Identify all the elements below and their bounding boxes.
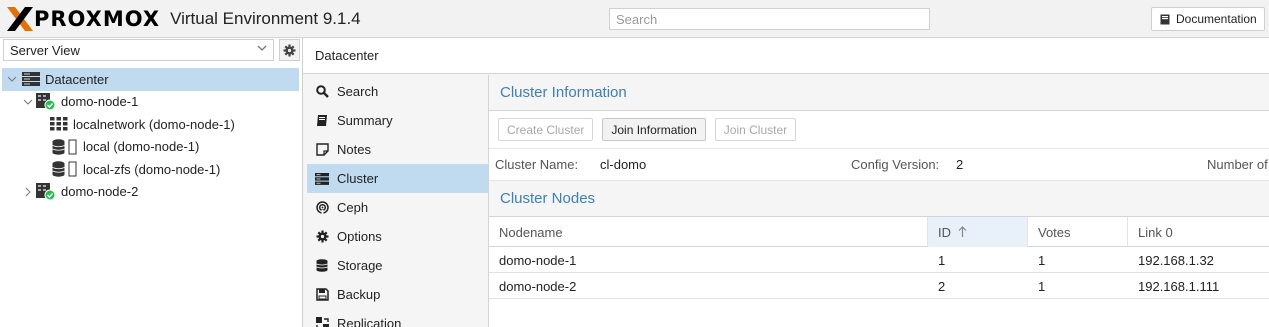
cluster-name-value: cl-domo (600, 157, 647, 172)
menu-item-label: Options (337, 229, 382, 244)
menu-item-storage[interactable]: Storage (303, 251, 488, 280)
chevron-right-icon (25, 187, 31, 197)
cluster-info-row: Cluster Name: cl-domo Config Version: 2 … (489, 149, 1269, 181)
book-icon (1160, 14, 1170, 24)
proxmox-x-logo-icon (7, 7, 33, 31)
view-selector[interactable]: Server View (3, 39, 274, 61)
column-header-id-label: ID (938, 225, 951, 240)
menu-item-label: Backup (337, 287, 381, 302)
cell-nodename: domo-node-1 (499, 253, 577, 268)
tree-item-label: localnetwork (domo-node-1) (73, 116, 235, 132)
grid-header: Nodename ID Votes Link 0 (489, 217, 1269, 247)
search-icon (315, 85, 329, 98)
menu-item-label: Search (337, 84, 379, 99)
tree-item-datacenter[interactable]: Datacenter (2, 68, 299, 91)
cluster-information-title: Cluster Information (489, 75, 1269, 111)
cell-id: 2 (938, 279, 946, 294)
cell-link0: 192.168.1.111 (1138, 279, 1220, 294)
chevron-down-icon (23, 99, 33, 105)
tree-item-local[interactable]: local (domo-node-1) (2, 136, 299, 159)
notes-icon (315, 143, 329, 156)
top-header: PROXMOX Virtual Environment 9.1.4 Search… (0, 0, 1269, 38)
storage-icon (52, 139, 77, 155)
proxmox-logo[interactable]: PROXMOX Virtual Environment 9.1.4 (6, 6, 361, 32)
menu-item-summary[interactable]: Summary (303, 106, 488, 135)
network-grid-icon (50, 117, 68, 131)
cell-votes: 1 (1038, 253, 1046, 268)
server-icon (315, 172, 329, 185)
sort-ascending-icon (958, 226, 967, 237)
tree-item-local-zfs[interactable]: local-zfs (domo-node-1) (2, 158, 299, 181)
menu-item-backup[interactable]: Backup (303, 280, 488, 309)
cluster-content: Cluster Information Create Cluster Join … (489, 75, 1269, 327)
join-cluster-button[interactable]: Join Cluster (714, 118, 797, 141)
cell-votes: 1 (1038, 279, 1046, 294)
tree-item-label: domo-node-1 (61, 94, 139, 110)
book-icon (317, 115, 327, 126)
menu-item-options[interactable]: Options (303, 222, 488, 251)
view-selector-value: Server View (10, 43, 80, 58)
number-of-label: Number of (1207, 157, 1268, 172)
cluster-toolbar: Create Cluster Join Information Join Clu… (489, 111, 1269, 149)
tree-item-localnetwork[interactable]: localnetwork (domo-node-1) (2, 113, 299, 136)
menu-item-label: Ceph (337, 200, 369, 215)
tree-item-label: local-zfs (domo-node-1) (83, 161, 221, 177)
resource-tree-panel: Server View Datacenter domo-node-1 local… (0, 38, 303, 327)
table-row[interactable]: domo-node-1 1 1 192.168.1.32 (489, 247, 1269, 273)
node-online-icon (36, 182, 56, 201)
gear-icon (283, 44, 296, 56)
menu-item-label: Cluster (337, 171, 379, 186)
column-header-link0[interactable]: Link 0 (1128, 217, 1269, 247)
datacenter-icon (22, 72, 40, 87)
menu-item-replication[interactable]: Replication (303, 309, 488, 327)
ceph-icon (315, 201, 329, 214)
global-search-input[interactable]: Search (609, 8, 930, 30)
create-cluster-button[interactable]: Create Cluster (498, 118, 594, 141)
join-information-button[interactable]: Join Information (602, 118, 706, 141)
gear-icon (316, 230, 328, 243)
cell-id: 1 (938, 253, 946, 268)
floppy-icon (315, 288, 329, 301)
column-header-id[interactable]: ID (928, 217, 1028, 247)
config-version-value: 2 (956, 157, 964, 172)
column-header-nodename[interactable]: Nodename (489, 217, 928, 247)
tree-settings-button[interactable] (279, 39, 300, 61)
datacenter-menu: Search Summary Notes Cluster Ceph Option… (303, 75, 489, 327)
chevron-down-icon (257, 45, 267, 51)
tree-item-label: Datacenter (45, 71, 109, 87)
menu-item-label: Summary (337, 113, 393, 128)
brand-name: PROXMOX (34, 7, 161, 31)
cluster-nodes-grid: Nodename ID Votes Link 0 domo-node-1 1 1… (489, 217, 1269, 299)
cell-nodename: domo-node-2 (499, 279, 577, 294)
table-row[interactable]: domo-node-2 2 1 192.168.1.111 (489, 273, 1269, 299)
menu-item-label: Replication (337, 316, 402, 327)
menu-item-cluster[interactable]: Cluster (307, 164, 488, 193)
menu-item-notes[interactable]: Notes (303, 135, 488, 164)
resource-tree: Datacenter domo-node-1 localnetwork (dom… (2, 68, 299, 203)
menu-item-search[interactable]: Search (303, 77, 488, 106)
documentation-button[interactable]: Documentation (1151, 7, 1265, 31)
product-version: Virtual Environment 9.1.4 (170, 9, 361, 28)
chevron-down-icon (7, 76, 17, 82)
node-online-icon (36, 92, 56, 111)
tree-item-domo-node-2[interactable]: domo-node-2 (2, 181, 299, 204)
config-version-label: Config Version: (851, 157, 940, 172)
cell-link0: 192.168.1.32 (1138, 253, 1214, 268)
page-title: Datacenter (315, 48, 379, 63)
tree-item-label: domo-node-2 (61, 184, 139, 200)
replication-icon (315, 317, 329, 327)
database-icon (316, 259, 328, 272)
column-header-votes[interactable]: Votes (1028, 217, 1128, 247)
tree-item-label: local (domo-node-1) (83, 139, 200, 155)
storage-icon (52, 161, 77, 177)
menu-item-ceph[interactable]: Ceph (303, 193, 488, 222)
documentation-label: Documentation (1176, 12, 1257, 26)
cluster-name-label: Cluster Name: (495, 157, 579, 172)
menu-item-label: Notes (337, 142, 371, 157)
breadcrumb: Datacenter (303, 38, 1269, 74)
cluster-nodes-title: Cluster Nodes (489, 181, 1269, 217)
menu-item-label: Storage (337, 258, 383, 273)
tree-item-domo-node-1[interactable]: domo-node-1 (2, 91, 299, 114)
